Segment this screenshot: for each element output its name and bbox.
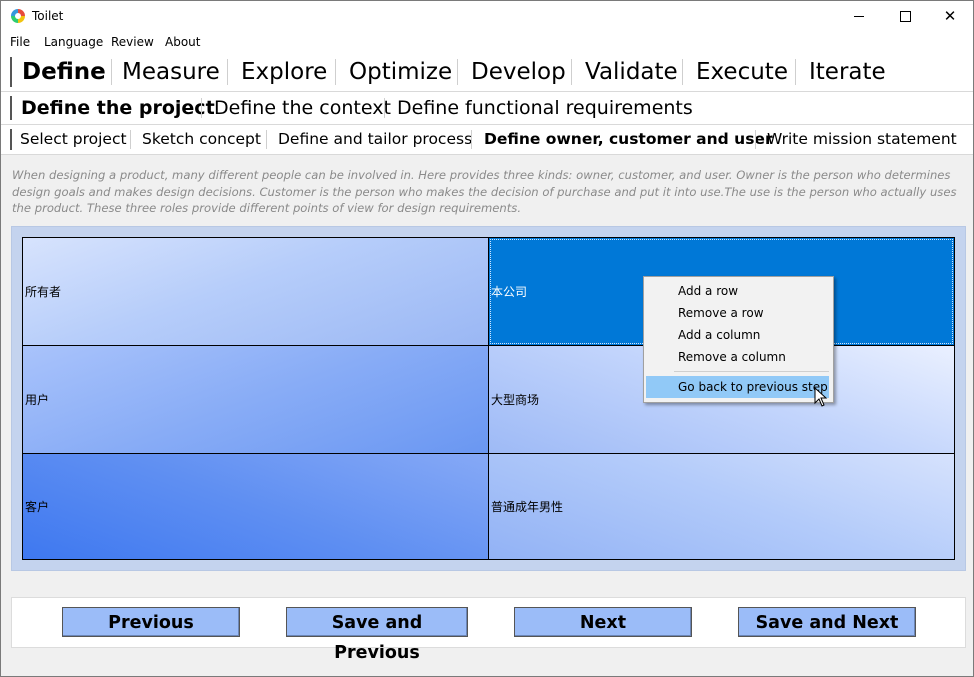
tab-separator — [10, 96, 12, 120]
tab-execute[interactable]: Execute — [696, 59, 788, 85]
context-menu-add-row[interactable]: Add a row — [646, 280, 829, 302]
tab-separator — [266, 130, 267, 149]
subtab-define-functional-requirements[interactable]: Define functional requirements — [397, 97, 693, 119]
app-logo-icon — [11, 9, 25, 23]
tab-separator — [755, 130, 756, 149]
cell-text: 普通成年男性 — [491, 500, 564, 514]
minimize-button[interactable] — [836, 1, 882, 32]
tab-iterate[interactable]: Iterate — [809, 59, 886, 85]
steptab-sketch-concept[interactable]: Sketch concept — [142, 130, 261, 148]
context-menu-remove-row[interactable]: Remove a row — [646, 302, 829, 324]
minimize-icon — [854, 16, 864, 17]
context-menu-separator — [674, 371, 829, 372]
steptab-select-project[interactable]: Select project — [20, 130, 127, 148]
table-cell-role[interactable]: 用户 — [22, 345, 489, 454]
window-title: Toilet — [32, 9, 64, 23]
steptab-write-mission-statement[interactable]: Write mission statement — [767, 130, 957, 148]
close-button[interactable]: ✕ — [927, 1, 973, 32]
tab-separator — [384, 98, 385, 118]
context-menu-remove-column[interactable]: Remove a column — [646, 346, 829, 368]
tab-separator — [471, 130, 472, 149]
tab-separator — [130, 130, 131, 149]
previous-button[interactable]: Previous — [62, 607, 240, 637]
tab-separator — [335, 59, 336, 85]
tab-separator — [111, 59, 112, 85]
save-and-previous-button[interactable]: Save and Previous — [286, 607, 468, 663]
save-and-next-button[interactable]: Save and Next — [738, 607, 916, 637]
tab-optimize[interactable]: Optimize — [349, 59, 452, 85]
sub-tab-bar: Define the project Define the context De… — [1, 92, 973, 125]
phase-tab-bar: Define Measure Explore Optimize Develop … — [1, 53, 973, 92]
context-menu: Add a row Remove a row Add a column Remo… — [643, 276, 834, 403]
table-cell-role[interactable]: 客户 — [22, 453, 489, 560]
tab-define[interactable]: Define — [22, 59, 106, 85]
cell-text: 大型商场 — [491, 393, 540, 407]
step-description: When designing a product, many different… — [12, 168, 957, 216]
navigation-button-panel: Previous Save and Previous Next Save and… — [11, 597, 966, 663]
step-tab-bar: Select project Sketch concept Define and… — [1, 125, 973, 155]
tab-measure[interactable]: Measure — [122, 59, 220, 85]
cell-text: 所有者 — [25, 285, 62, 299]
steptab-define-owner-customer-user[interactable]: Define owner, customer and user — [484, 130, 773, 148]
steptab-define-tailor-process[interactable]: Define and tailor process — [278, 130, 472, 148]
mouse-cursor-icon — [814, 387, 828, 407]
menu-review[interactable]: Review — [111, 35, 154, 49]
menu-about[interactable]: About — [165, 35, 200, 49]
menu-bar: File Language Review About — [1, 32, 973, 53]
tab-separator — [10, 57, 12, 87]
cell-text: 客户 — [25, 500, 50, 514]
tab-separator — [682, 59, 683, 85]
table-cell-role[interactable]: 所有者 — [22, 237, 489, 346]
cell-text: 本公司 — [491, 285, 528, 299]
tab-separator — [10, 129, 12, 150]
menu-file[interactable]: File — [10, 35, 30, 49]
tab-explore[interactable]: Explore — [241, 59, 327, 85]
table-cell-value[interactable]: 普通成年男性 — [488, 453, 955, 560]
tab-develop[interactable]: Develop — [471, 59, 566, 85]
next-button[interactable]: Next — [514, 607, 692, 637]
close-icon: ✕ — [943, 7, 957, 25]
tab-separator — [227, 59, 228, 85]
maximize-button[interactable] — [882, 1, 928, 32]
tab-separator — [571, 59, 572, 85]
title-bar: Toilet ✕ — [1, 1, 973, 32]
cell-text: 用户 — [25, 393, 50, 407]
tab-separator — [457, 59, 458, 85]
tab-separator — [795, 59, 796, 85]
context-menu-add-column[interactable]: Add a column — [646, 324, 829, 346]
context-menu-go-back[interactable]: Go back to previous step — [646, 376, 829, 398]
subtab-define-context[interactable]: Define the context — [214, 97, 391, 119]
subtab-define-project[interactable]: Define the project — [21, 97, 215, 119]
menu-language[interactable]: Language — [44, 35, 103, 49]
tab-separator — [201, 98, 202, 118]
application-window: Toilet ✕ File Language Review About Defi… — [0, 0, 974, 677]
maximize-icon — [899, 11, 911, 22]
tab-validate[interactable]: Validate — [585, 59, 678, 85]
